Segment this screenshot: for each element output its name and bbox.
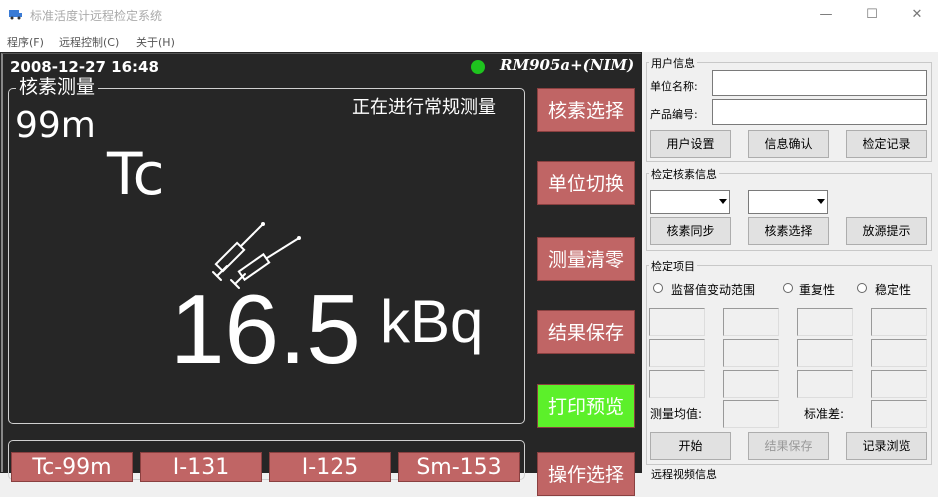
nuclide-combo-1[interactable]	[650, 190, 730, 214]
radio-repeatability[interactable]	[783, 283, 793, 293]
instrument-screen: 2008-12-27 16:48 RM905a+(NIM) 核素测量 正在进行常…	[0, 52, 642, 496]
chevron-down-icon	[719, 199, 727, 204]
quick-nuclide-i131[interactable]: I-131	[140, 452, 262, 482]
unit-switch-button[interactable]: 单位切换	[537, 161, 635, 205]
verification-records-button[interactable]: 检定记录	[846, 130, 927, 158]
result-cell[interactable]	[871, 370, 927, 398]
quick-nuclide-tc99m[interactable]: Tc-99m	[11, 452, 133, 482]
mean-label: 测量均值:	[650, 407, 703, 421]
browse-records-button[interactable]: 记录浏览	[846, 432, 927, 460]
result-cell[interactable]	[649, 308, 705, 336]
menu-remote-control[interactable]: 远程控制(C)	[59, 34, 119, 50]
save-verification-result-button[interactable]: 结果保存	[748, 432, 829, 460]
activity-value: 16.5	[170, 274, 361, 384]
menu-program[interactable]: 程序(F)	[7, 34, 44, 50]
menu-about[interactable]: 关于(H)	[136, 34, 175, 50]
minimize-button[interactable]: —	[809, 4, 843, 26]
device-model: RM905a+(NIM)	[500, 56, 635, 74]
status-led	[471, 60, 485, 74]
nuclide-info-title: 检定核素信息	[649, 166, 719, 182]
result-cell[interactable]	[797, 308, 853, 336]
app-icon	[9, 10, 22, 20]
nuclide-sync-button[interactable]: 核素同步	[650, 217, 731, 245]
verification-items-title: 检定项目	[649, 258, 697, 274]
radio-stability[interactable]	[857, 283, 867, 293]
source-prompt-button[interactable]: 放源提示	[846, 217, 927, 245]
remote-video-title: 远程视频信息	[649, 466, 719, 482]
result-cell[interactable]	[723, 370, 779, 398]
save-result-button[interactable]: 结果保存	[537, 310, 635, 354]
unit-name-input[interactable]	[712, 70, 927, 96]
maximize-button[interactable]: ☐	[855, 4, 889, 26]
radio-supervision-range-label: 监督值变动范围	[671, 283, 756, 297]
measurement-status: 正在进行常规测量	[352, 97, 496, 118]
nuclide-combo-2[interactable]	[748, 190, 828, 214]
nuclide-select-side-button[interactable]: 核素选择	[748, 217, 829, 245]
std-label: 标准差:	[804, 407, 845, 421]
radio-repeatability-label: 重复性	[799, 283, 836, 297]
chevron-down-icon	[817, 199, 825, 204]
radio-stability-label: 稳定性	[875, 283, 912, 297]
operation-select-button[interactable]: 操作选择	[537, 452, 635, 496]
std-value-field[interactable]	[871, 400, 927, 428]
quick-nuclide-i125[interactable]: I-125	[269, 452, 391, 482]
nuclide-select-button[interactable]: 核素选择	[537, 88, 635, 132]
window-title: 标准活度计远程检定系统	[30, 9, 163, 23]
user-info-title: 用户信息	[649, 55, 697, 71]
quick-nuclide-sm153[interactable]: Sm-153	[398, 452, 520, 482]
result-cell[interactable]	[723, 308, 779, 336]
side-panel: 用户信息 单位名称: 产品编号: 用户设置 信息确认 检定记录 检定核素信息 核…	[642, 52, 938, 482]
result-cell[interactable]	[723, 339, 779, 367]
print-preview-button[interactable]: 打印预览	[537, 384, 635, 428]
isotope-mass: 99m	[15, 105, 96, 146]
user-settings-button[interactable]: 用户设置	[650, 130, 731, 158]
result-cell[interactable]	[871, 308, 927, 336]
title-bar: 标准活度计远程检定系统 — ☐ ✕	[0, 0, 938, 30]
product-number-label: 产品编号:	[650, 108, 698, 121]
result-cell[interactable]	[871, 339, 927, 367]
result-cell[interactable]	[649, 370, 705, 398]
result-cell[interactable]	[649, 339, 705, 367]
datetime-display: 2008-12-27 16:48	[10, 58, 159, 76]
mean-value-field[interactable]	[723, 400, 779, 428]
unit-name-label: 单位名称:	[650, 80, 698, 93]
radio-supervision-range[interactable]	[653, 283, 663, 293]
result-cell[interactable]	[797, 339, 853, 367]
menu-bar: 程序(F) 远程控制(C) 关于(H)	[0, 30, 938, 52]
close-button[interactable]: ✕	[900, 4, 934, 26]
element-symbol: Tc	[107, 140, 165, 208]
activity-unit: kBq	[380, 288, 484, 355]
product-number-input[interactable]	[712, 99, 927, 125]
result-cell[interactable]	[797, 370, 853, 398]
start-button[interactable]: 开始	[650, 432, 731, 460]
info-confirm-button[interactable]: 信息确认	[748, 130, 829, 158]
zero-measure-button[interactable]: 测量清零	[537, 237, 635, 281]
panel-title: 核素测量	[16, 76, 99, 98]
